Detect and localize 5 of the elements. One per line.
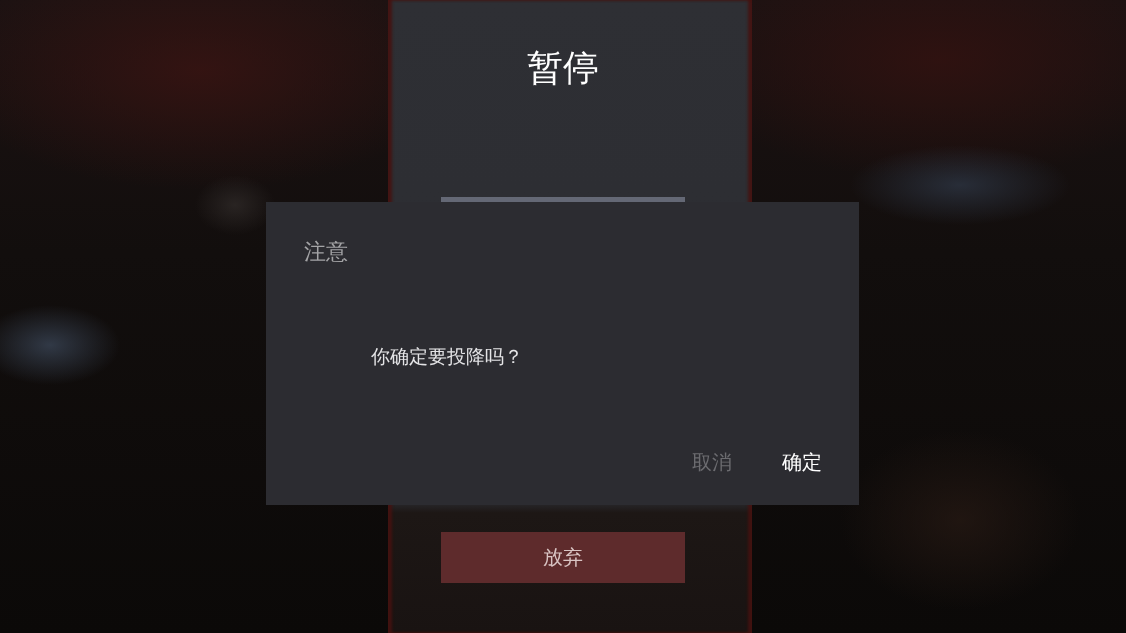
pause-title: 暂停 (526, 46, 600, 90)
dialog-title: 注意 (304, 238, 348, 266)
confirm-button[interactable]: 确定 (782, 447, 822, 477)
dialog-message: 你确定要投降吗？ (371, 344, 523, 369)
give-up-button[interactable]: 放弃 (441, 532, 685, 583)
